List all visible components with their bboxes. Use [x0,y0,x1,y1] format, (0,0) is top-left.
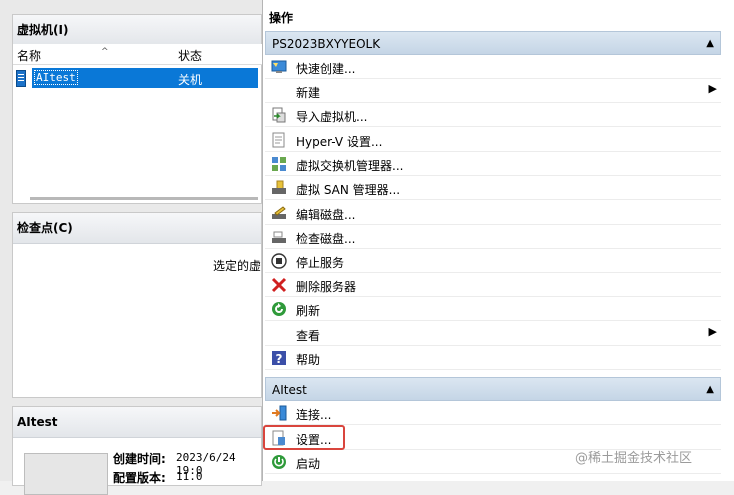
inspect-disk-icon [272,231,286,243]
action-label: 检查磁盘... [296,232,356,246]
start-icon [272,455,286,469]
action-connect[interactable]: 连接... [265,401,721,425]
actions-pane: 操作 PS2023BXYYEOLK ▲ 快速创建... 新建 ▶ 导入虚拟机..… [262,0,734,481]
horizontal-scrollbar[interactable] [30,197,258,200]
vm-panel: 虚拟机(I) [12,14,262,204]
config-label: 配置版本: [113,471,166,485]
action-stop-service[interactable]: 停止服务 [265,249,721,273]
server-group-label: PS2023BXYYEOLK [272,37,381,51]
action-label: 虚拟 SAN 管理器... [296,183,401,197]
vm-group-header[interactable]: AItest ▲ [265,377,721,401]
collapse-up-icon[interactable]: ▲ [706,378,714,402]
switch-manager-icon [272,157,286,171]
vm-panel-title: 虚拟机(I) [13,15,261,46]
vm-thumbnail [24,453,108,495]
edit-disk-icon [272,206,286,219]
action-edit-disk[interactable]: 编辑磁盘... [265,201,721,225]
action-delete-server[interactable]: 删除服务器 [265,273,721,297]
vm-row-state: 关机 [178,73,203,87]
action-label: 查看 [296,329,321,343]
action-label: 导入虚拟机... [296,110,368,124]
action-label: 虚拟交换机管理器... [296,159,404,173]
vm-icon [16,70,26,87]
checkpoint-message: 选定的虚 [213,259,262,273]
action-view[interactable]: 查看 ▶ [265,322,721,346]
action-quick-create[interactable]: 快速创建... [265,55,721,79]
delete-icon [271,277,287,293]
server-group-header[interactable]: PS2023BXYYEOLK ▲ [265,31,721,55]
action-san-manager[interactable]: 虚拟 SAN 管理器... [265,176,721,200]
vertical-scrollbar[interactable] [723,6,733,476]
import-icon [272,107,286,123]
action-label: 编辑磁盘... [296,208,356,222]
vm-column-header: 名称 ^ 状态 [13,44,262,65]
column-state[interactable]: 状态 [178,47,202,64]
action-label: 新建 [296,86,321,100]
action-refresh[interactable]: 刷新 [265,297,721,321]
submenu-arrow-icon: ▶ [708,325,717,338]
action-label: 帮助 [296,353,321,367]
submenu-arrow-icon: ▶ [708,82,717,95]
sort-ascending-icon: ^ [101,47,109,57]
action-hyperv-settings[interactable]: Hyper-V 设置... [265,128,721,152]
san-manager-icon [272,180,286,194]
action-label: 刷新 [296,304,321,318]
action-inspect-disk[interactable]: 检查磁盘... [265,225,721,249]
hyperv-settings-icon [272,132,285,148]
quick-create-icon [271,60,287,73]
refresh-icon [272,302,286,316]
action-label: 快速创建... [296,62,356,76]
connect-icon [272,405,287,421]
svg-text:?: ? [276,352,283,366]
action-label: 删除服务器 [296,280,357,294]
column-name[interactable]: 名称 [17,47,41,64]
action-switch-manager[interactable]: 虚拟交换机管理器... [265,152,721,176]
action-label: Hyper-V 设置... [296,135,383,149]
action-import-vm[interactable]: 导入虚拟机... [265,103,721,127]
action-label: 停止服务 [296,256,345,270]
left-pane: 虚拟机(I) 名称 ^ 状态 AItest 关机 检查点(C) 选定的虚 AIt… [0,0,262,495]
stop-icon [271,253,287,269]
created-label: 创建时间: [113,452,166,466]
action-label: 连接... [296,408,332,422]
checkpoint-panel-title: 检查点(C) [13,213,261,244]
action-label: 启动 [296,457,321,471]
details-panel-title: AItest [13,407,261,438]
config-value: 11.0 [176,470,203,483]
settings-highlight-box [263,425,345,450]
vm-group-label: AItest [272,383,307,397]
collapse-up-icon[interactable]: ▲ [706,32,714,56]
watermark: @稀土掘金技术社区 [575,451,693,466]
vm-row-aitest[interactable]: AItest 关机 [32,68,258,88]
checkpoint-panel: 检查点(C) 选定的虚 [12,212,262,398]
vm-row-name: AItest [34,70,78,85]
action-new[interactable]: 新建 ▶ [265,79,721,103]
action-help[interactable]: ? 帮助 [265,346,721,370]
actions-title: 操作 [269,11,294,25]
help-icon: ? [272,351,286,366]
